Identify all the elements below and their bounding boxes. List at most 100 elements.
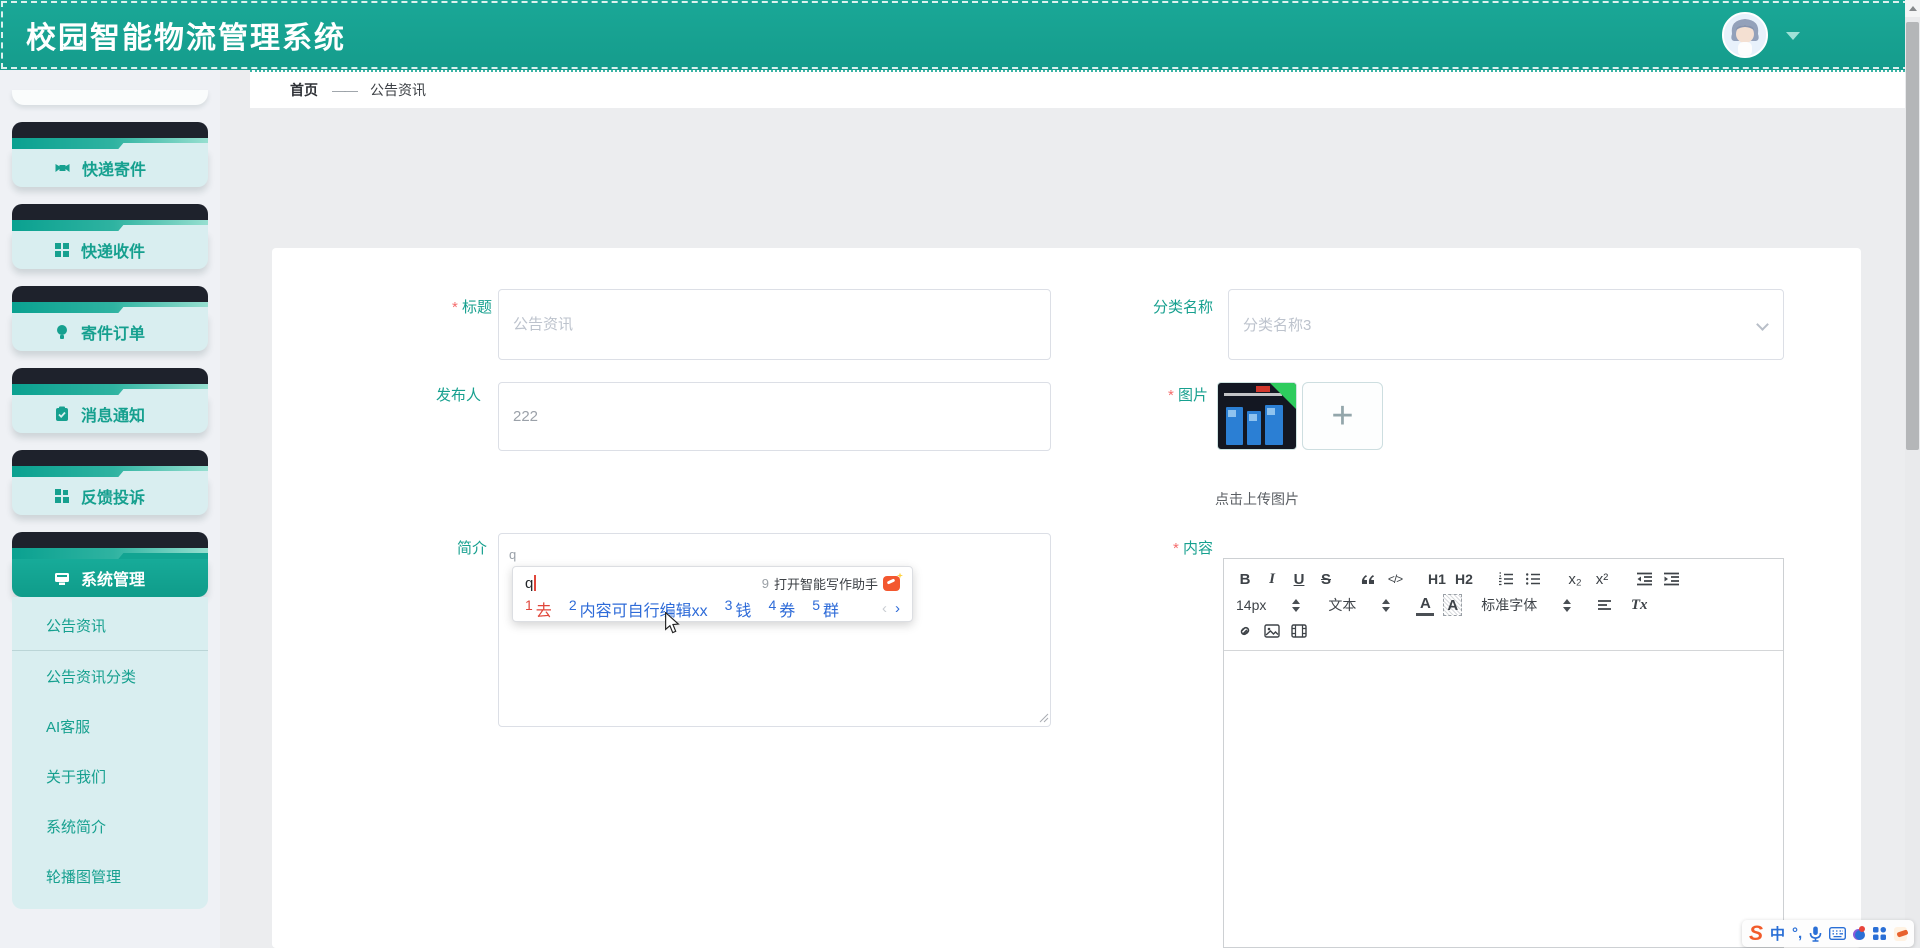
submenu-item-system-intro[interactable]: 系统简介 xyxy=(12,801,208,851)
submenu-item-announcement-categories[interactable]: 公告资讯分类 xyxy=(12,651,208,701)
font-size-select[interactable]: 14px xyxy=(1236,597,1301,613)
package-icon xyxy=(55,164,70,172)
submenu-item-label: 轮播图管理 xyxy=(46,868,122,886)
ai-writing-assistant-icon[interactable] xyxy=(883,575,900,591)
ime-toolbar: S 中 °, xyxy=(1742,920,1914,947)
sidebar-item-send-express[interactable]: 快递寄件 xyxy=(12,122,208,187)
submenu-item-ai-service[interactable]: AI客服 xyxy=(12,701,208,751)
submenu-item-label: 系统简介 xyxy=(46,818,107,836)
updown-caret-icon xyxy=(1382,598,1391,612)
title-input[interactable] xyxy=(498,289,1051,360)
breadcrumb: 首页 —— 公告资讯 xyxy=(290,80,426,100)
bullet-list-icon[interactable] xyxy=(1524,568,1542,590)
chinese-mode-icon[interactable]: 中 xyxy=(1770,923,1785,944)
subscript-button[interactable]: x₂ xyxy=(1566,568,1584,590)
category-select-value: 分类名称3 xyxy=(1243,317,1312,334)
category-select[interactable]: 分类名称3 xyxy=(1228,289,1784,360)
punctuation-mode-icon[interactable]: °, xyxy=(1792,925,1802,942)
video-icon[interactable] xyxy=(1290,620,1308,642)
format-select[interactable]: 文本 xyxy=(1328,595,1391,615)
sidebar-item-notifications[interactable]: 消息通知 xyxy=(12,368,208,433)
ime-candidate-popup: q 9 打开智能写作助手 1 去 2 内容可自行编辑xx 3 钱 4 券 5 群… xyxy=(512,566,913,622)
page-scrollbar[interactable] xyxy=(1905,0,1920,948)
monitor-icon xyxy=(55,573,69,585)
sidebar-item-label: 快递收件 xyxy=(81,244,146,261)
app-title: 校园智能物流管理系统 xyxy=(26,22,346,55)
clear-format-button[interactable]: Tx xyxy=(1630,594,1648,616)
line-height-icon[interactable] xyxy=(1595,594,1613,616)
publisher-input[interactable] xyxy=(498,382,1051,451)
ime-assistant-index: 9 xyxy=(761,575,769,591)
resize-grip-icon[interactable] xyxy=(1039,713,1049,723)
ime-candidate[interactable]: 1 去 xyxy=(525,597,552,621)
uploaded-image-thumbnail[interactable] xyxy=(1217,382,1297,450)
submenu-item-label: 公告资讯分类 xyxy=(46,668,137,686)
ime-candidate[interactable]: 2 内容可自行编辑xx xyxy=(569,597,708,621)
intro-label: 简介 xyxy=(456,540,487,557)
upload-image-button[interactable]: + xyxy=(1302,382,1383,450)
ime-next-page-icon[interactable]: › xyxy=(895,600,900,617)
link-icon[interactable] xyxy=(1236,620,1254,642)
breadcrumb-current: 公告资讯 xyxy=(370,82,426,98)
submenu-item-carousel-management[interactable]: 轮播图管理 xyxy=(12,851,208,901)
breadcrumb-separator: —— xyxy=(332,82,358,98)
user-avatar[interactable] xyxy=(1722,12,1768,58)
ime-candidate[interactable]: 3 钱 xyxy=(725,597,752,621)
sidebar-item-system-management[interactable]: 系统管理 xyxy=(12,532,208,597)
bold-button[interactable]: B xyxy=(1236,568,1254,590)
ime-text-caret xyxy=(534,575,537,591)
scrollbar-up-arrow[interactable] xyxy=(1905,0,1920,17)
ime-candidate[interactable]: 5 群 xyxy=(812,597,839,621)
submenu-item-announcements[interactable]: 公告资讯 xyxy=(12,601,208,651)
grid-icon xyxy=(55,243,69,257)
sidebar-item-label: 反馈投诉 xyxy=(81,490,146,507)
indent-icon[interactable] xyxy=(1662,568,1680,590)
sidebar-item-label: 系统管理 xyxy=(81,572,146,589)
title-label: 标题 xyxy=(332,296,492,317)
microphone-icon[interactable] xyxy=(1809,926,1822,942)
highlight-color-button[interactable]: A xyxy=(1443,594,1463,616)
ordered-list-icon[interactable] xyxy=(1497,568,1515,590)
image-label: 图片 xyxy=(1048,384,1208,405)
italic-button[interactable]: I xyxy=(1263,568,1281,590)
heading1-button[interactable]: H1 xyxy=(1428,568,1446,590)
ime-assistant-label[interactable]: 打开智能写作助手 xyxy=(774,574,878,593)
category-label: 分类名称 xyxy=(1152,299,1213,316)
sidebar-item-label: 消息通知 xyxy=(81,408,146,425)
skin-theme-icon[interactable] xyxy=(1853,925,1865,941)
image-icon[interactable] xyxy=(1263,620,1281,642)
ime-prev-page-icon[interactable]: ‹ xyxy=(882,600,887,617)
smart-pen-icon[interactable] xyxy=(1893,926,1907,941)
chevron-down-icon xyxy=(1756,318,1769,331)
scrollbar-thumb[interactable] xyxy=(1906,22,1919,450)
code-button[interactable]: </> xyxy=(1386,568,1404,590)
underline-button[interactable]: U xyxy=(1290,568,1308,590)
breadcrumb-home[interactable]: 首页 xyxy=(290,80,318,100)
submenu-item-label: AI客服 xyxy=(46,718,91,736)
sidebar-item-feedback[interactable]: 反馈投诉 xyxy=(12,450,208,515)
ime-candidate[interactable]: 4 券 xyxy=(768,597,795,621)
keyboard-icon[interactable] xyxy=(1829,927,1847,940)
submenu-item-about-us[interactable]: 关于我们 xyxy=(12,751,208,801)
submenu-item-label: 关于我们 xyxy=(46,768,107,786)
intro-textarea[interactable]: q xyxy=(498,533,1051,727)
editor-content-area[interactable] xyxy=(1224,651,1783,948)
sogou-logo-icon[interactable]: S xyxy=(1749,923,1763,944)
heading2-button[interactable]: H2 xyxy=(1455,568,1473,590)
sidebar-item-receive-express[interactable]: 快递收件 xyxy=(12,204,208,269)
font-family-select[interactable]: 标准字体 xyxy=(1481,595,1572,615)
sidebar-item-partial[interactable] xyxy=(12,90,208,105)
superscript-button[interactable]: x² xyxy=(1593,568,1611,590)
sidebar-item-label: 寄件订单 xyxy=(81,326,146,343)
topbar: 首页 —— 公告资讯 xyxy=(250,70,1905,108)
ime-composition: q xyxy=(525,574,534,592)
upload-hint: 点击上传图片 xyxy=(1215,491,1299,507)
toolbox-grid-icon[interactable] xyxy=(1872,926,1887,941)
submenu-item-label: 公告资讯 xyxy=(46,618,107,635)
outdent-icon[interactable] xyxy=(1635,568,1653,590)
strikethrough-button[interactable]: S xyxy=(1317,568,1335,590)
user-menu-caret-icon[interactable] xyxy=(1786,32,1800,40)
text-color-button[interactable]: A xyxy=(1416,594,1435,616)
blockquote-icon[interactable] xyxy=(1359,568,1377,590)
sidebar-item-send-orders[interactable]: 寄件订单 xyxy=(12,286,208,351)
